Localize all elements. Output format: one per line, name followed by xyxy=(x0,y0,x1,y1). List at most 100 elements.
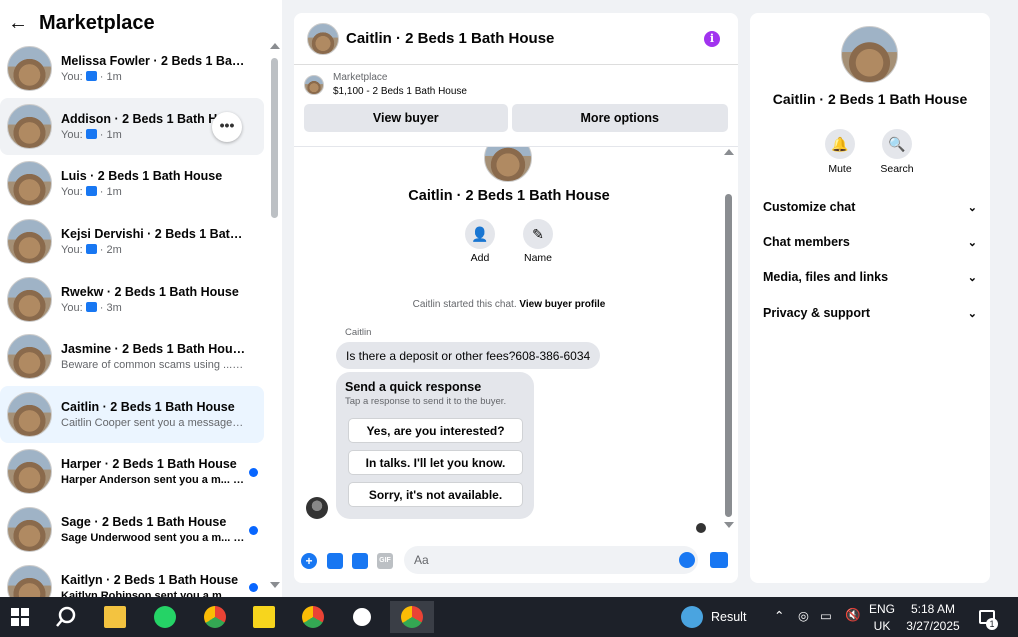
quick-response-sorry-button[interactable]: Sorry, it's not available. xyxy=(349,483,522,506)
language-top[interactable]: ENG xyxy=(866,602,898,616)
windows-start-icon[interactable] xyxy=(0,601,40,633)
seen-indicator xyxy=(696,523,706,533)
conversation-item[interactable]: Caitlin · 2 Beds 1 Bath House Caitlin Coo… xyxy=(0,385,264,444)
preview-time: · 1m xyxy=(96,128,122,141)
bell-icon[interactable]: 🔔 xyxy=(825,129,855,159)
language-bottom[interactable]: UK xyxy=(866,619,898,633)
view-buyer-button[interactable]: View buyer xyxy=(304,104,508,132)
chat-avatar[interactable] xyxy=(307,22,339,55)
menu-label: Chat members xyxy=(763,235,850,249)
info-icon[interactable]: i xyxy=(704,31,720,47)
more-options-button[interactable]: More options xyxy=(511,104,728,132)
conversation-avatar xyxy=(7,103,52,149)
conversation-avatar xyxy=(7,46,52,92)
conversation-sidebar: ← Marketplace Melissa Fowler · 2 Beds 1 … xyxy=(0,0,282,597)
search-icon[interactable] xyxy=(46,601,86,633)
preview-text: Sage Underwood sent you a m... xyxy=(61,532,231,545)
thumbs-up-icon xyxy=(85,244,97,255)
menu-chat-members[interactable]: Chat members ⌄ xyxy=(763,235,977,249)
conversation-avatar xyxy=(7,219,52,265)
conversation-avatar xyxy=(7,276,52,322)
conversation-item[interactable]: Kaitlyn · 2 Beds 1 Bath House Kaitlyn Rob… xyxy=(0,558,264,597)
thumbs-up-icon xyxy=(85,186,97,197)
conversation-item[interactable]: Rwekw · 2 Beds 1 Bath House You: · 3m xyxy=(0,270,264,328)
add-person-icon[interactable]: 👤 xyxy=(465,219,495,249)
chat-title[interactable]: Caitlin · 2 Beds 1 Bath House xyxy=(346,30,554,47)
weather-icon[interactable] xyxy=(678,601,706,633)
conversation-preview: Caitlin Cooper sent you a message... · 5… xyxy=(61,417,246,429)
settings-gear-icon[interactable] xyxy=(342,601,382,633)
preview-text: You: xyxy=(61,244,86,257)
menu-privacy-support[interactable]: Privacy & support ⌄ xyxy=(763,306,977,320)
scroll-up-icon[interactable] xyxy=(270,43,280,49)
search-label: Search xyxy=(880,163,914,175)
conversation-preview: Harper Anderson sent you a m... · 5h xyxy=(61,474,246,486)
chevron-up-icon[interactable]: ⌃ xyxy=(774,608,784,623)
quick-response-talks-button[interactable]: In talks. I'll let you know. xyxy=(349,451,522,474)
sticker-icon[interactable] xyxy=(352,553,368,569)
conversation-item[interactable]: Melissa Fowler · 2 Beds 1 Bath ... You: ·… xyxy=(0,40,264,98)
conversation-item[interactable]: Harper · 2 Beds 1 Bath House Harper Ander… xyxy=(0,443,264,501)
file-explorer-icon[interactable] xyxy=(95,601,135,633)
weather-text[interactable]: Result xyxy=(711,610,746,624)
conversation-item[interactable]: Sage · 2 Beds 1 Bath House Sage Underwood… xyxy=(0,501,264,559)
conversation-item[interactable]: Addison · 2 Beds 1 Bath Hou You: · 1m ••• xyxy=(0,97,264,156)
mute-label: Mute xyxy=(828,163,852,175)
view-buyer-profile-link[interactable]: View buyer profile xyxy=(519,299,605,310)
conversation-avatar xyxy=(7,449,52,495)
chat-started-notice: Caitlin started this chat. View buyer pr… xyxy=(294,299,724,310)
preview-time: · 2m xyxy=(96,244,122,257)
preview-text: Caitlin Cooper sent you a message... xyxy=(61,416,242,429)
listing-thumbnail xyxy=(304,74,324,95)
scroll-down-icon[interactable] xyxy=(270,582,280,588)
sidebar-title: Marketplace xyxy=(39,11,155,34)
gif-icon[interactable]: GIF xyxy=(377,553,393,569)
profile-avatar xyxy=(484,147,532,182)
plus-icon[interactable]: + xyxy=(301,553,317,569)
quick-response-box: Send a quick response Tap a response to … xyxy=(336,372,534,519)
message-input[interactable]: Aa xyxy=(404,546,698,574)
message-input-placeholder: Aa xyxy=(414,553,429,567)
conversation-preview: You: · 3m xyxy=(61,301,246,314)
conversation-avatar xyxy=(7,391,52,437)
emoji-icon[interactable] xyxy=(679,552,695,568)
scroll-up-icon[interactable] xyxy=(724,149,734,155)
photo-icon[interactable] xyxy=(327,553,343,569)
speaker-mute-icon[interactable]: 🔇 xyxy=(845,608,861,623)
back-arrow-icon[interactable]: ← xyxy=(8,12,30,35)
sticky-notes-icon[interactable] xyxy=(244,601,284,633)
menu-media-files[interactable]: Media, files and links ⌄ xyxy=(763,270,977,284)
scroll-down-icon[interactable] xyxy=(724,522,734,528)
chevron-down-icon: ⌄ xyxy=(967,271,977,284)
message-scrollbar[interactable] xyxy=(722,146,736,536)
pencil-icon[interactable]: ✎ xyxy=(523,219,553,249)
more-options-icon[interactable]: ••• xyxy=(212,111,242,142)
message-thread: Caitlin · 2 Beds 1 Bath House 👤 Add ✎ Na… xyxy=(294,146,738,536)
chrome-icon[interactable] xyxy=(293,601,333,633)
quick-response-yes-button[interactable]: Yes, are you interested? xyxy=(349,419,522,442)
listing-price: $1,100 - 2 Beds 1 Bath House xyxy=(333,85,467,97)
sender-name: Caitlin xyxy=(345,327,372,338)
scroll-thumb[interactable] xyxy=(271,58,278,218)
thumbs-up-icon[interactable] xyxy=(710,552,728,568)
network-icon[interactable]: ▭ xyxy=(820,608,832,623)
whatsapp-icon[interactable] xyxy=(145,601,185,633)
listing-row[interactable]: Marketplace $1,100 - 2 Beds 1 Bath House xyxy=(294,65,738,104)
name-label: Name xyxy=(523,252,552,264)
menu-customize-chat[interactable]: Customize chat ⌄ xyxy=(763,200,977,214)
scroll-thumb[interactable] xyxy=(725,194,732,517)
sidebar-scrollbar[interactable] xyxy=(268,40,282,597)
clock-time[interactable]: 5:18 AM xyxy=(902,602,964,616)
meet-icon[interactable]: ◎ xyxy=(798,608,809,623)
chrome-icon[interactable] xyxy=(195,601,235,633)
conversation-name: Rwekw · 2 Beds 1 Bath House xyxy=(61,284,239,299)
chrome-active-icon[interactable] xyxy=(390,601,434,633)
clock-date[interactable]: 3/27/2025 xyxy=(902,619,964,633)
search-icon[interactable]: 🔍 xyxy=(882,129,912,159)
conversation-name: Caitlin · 2 Beds 1 Bath House xyxy=(61,399,235,414)
conversation-item[interactable]: Kejsi Dervishi · 2 Beds 1 Bath H... You: … xyxy=(0,213,264,271)
conversation-item[interactable]: Luis · 2 Beds 1 Bath House You: · 1m xyxy=(0,155,264,213)
profile-title: Caitlin · 2 Beds 1 Bath House xyxy=(408,188,610,204)
conversation-item[interactable]: Jasmine · 2 Beds 1 Bath House Beware of c… xyxy=(0,328,264,386)
preview-time: · 3m xyxy=(96,301,122,314)
